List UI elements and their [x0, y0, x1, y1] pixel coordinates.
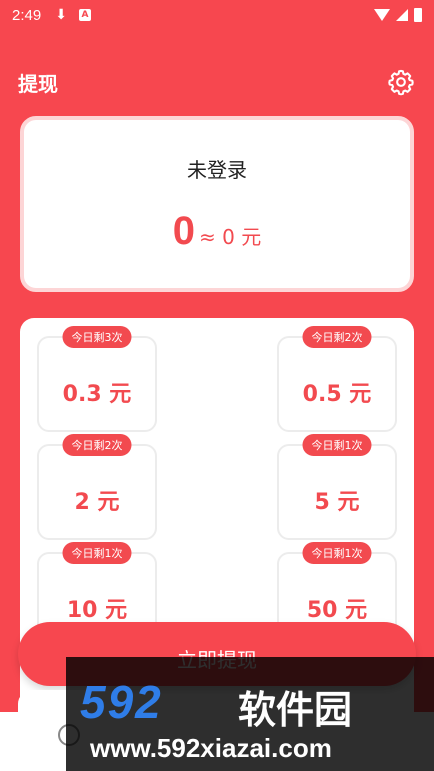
withdraw-option[interactable]: 今日剩3次 0.3 元: [37, 326, 157, 432]
watermark-url: www.592xiazai.com: [90, 733, 332, 763]
balance-points: 0: [172, 209, 196, 253]
watermark-overlay: 592 软件园 www.592xiazai.com: [66, 657, 434, 771]
withdraw-option[interactable]: 今日剩2次 0.5 元: [277, 326, 397, 432]
gear-icon: [388, 69, 414, 96]
option-amount: 0.3 元: [62, 382, 132, 407]
signal-icon: [396, 9, 408, 21]
option-amount: 2 元: [74, 490, 120, 515]
balance-row: 0 ≈ 0 元: [24, 209, 410, 254]
option-amount: 50 元: [306, 598, 368, 623]
option-amount: 10 元: [66, 598, 128, 623]
withdraw-option[interactable]: 今日剩2次 2 元: [37, 434, 157, 540]
option-remaining-badge: 今日剩1次: [62, 542, 132, 564]
status-indicators: [374, 8, 422, 22]
option-remaining-badge: 今日剩1次: [302, 434, 372, 456]
option-amount: 0.5 元: [302, 382, 372, 407]
option-amount: 5 元: [314, 490, 360, 515]
page-title: 提现: [18, 71, 58, 96]
watermark-name: 软件园: [238, 688, 353, 732]
app-notification-icon: A: [78, 9, 91, 21]
wifi-icon: [374, 9, 390, 21]
login-status[interactable]: 未登录: [24, 154, 410, 183]
download-icon: ⬇: [55, 7, 67, 23]
settings-button[interactable]: [386, 67, 416, 97]
balance-approx-value: ≈ 0 元: [199, 225, 262, 249]
option-remaining-badge: 今日剩1次: [302, 542, 372, 564]
header: 提现: [0, 60, 434, 104]
option-remaining-badge: 今日剩2次: [302, 326, 372, 348]
withdraw-option[interactable]: 今日剩1次 5 元: [277, 434, 397, 540]
option-remaining-badge: 今日剩2次: [62, 434, 132, 456]
status-time: 2:49: [12, 6, 42, 24]
watermark-logo: 592: [80, 676, 163, 728]
balance-card: 未登录 0 ≈ 0 元: [20, 116, 414, 292]
status-bar: 2:49 ⬇ A: [0, 0, 434, 30]
option-remaining-badge: 今日剩3次: [62, 326, 132, 348]
battery-icon: [414, 8, 422, 22]
